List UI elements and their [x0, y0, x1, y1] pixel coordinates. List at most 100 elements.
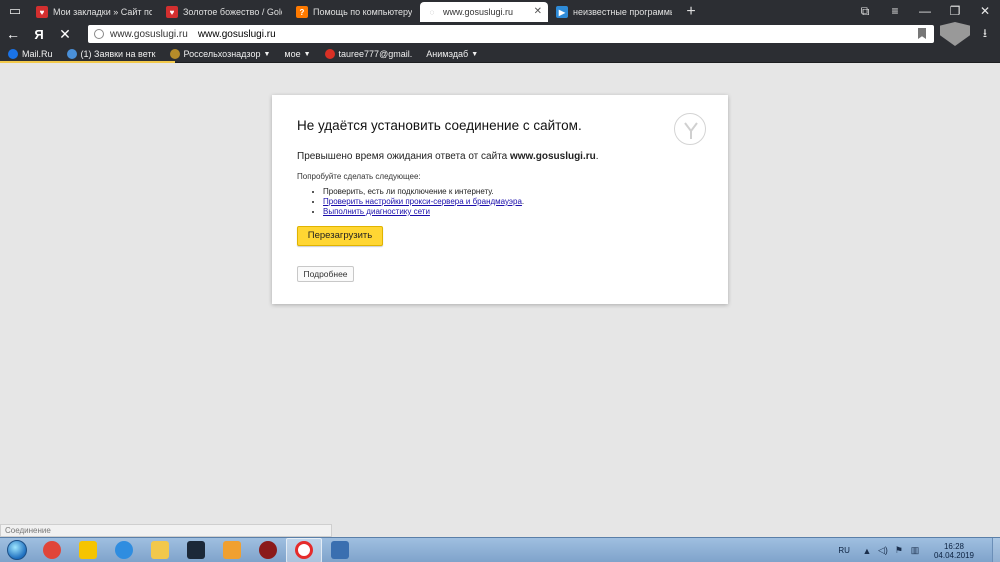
- error-card: Не удаётся установить соединение с сайто…: [272, 95, 728, 304]
- tab-title: www.gosuslugi.ru: [443, 7, 514, 17]
- try-label: Попробуйте сделать следующее:: [297, 172, 421, 181]
- yandex-logo-icon: [674, 113, 706, 145]
- language-indicator[interactable]: RU: [838, 546, 850, 555]
- chevron-down-icon: ▼: [303, 50, 311, 58]
- tab-close-icon[interactable]: ✕: [534, 6, 542, 17]
- shield-app-icon: [331, 541, 349, 559]
- yandex-logo-glyph: [684, 122, 698, 139]
- tab-1[interactable]: ♥ Золотое божество / Golde: [160, 2, 288, 22]
- back-button[interactable]: ←: [0, 22, 26, 46]
- taskbar-app[interactable]: [322, 538, 358, 562]
- show-desktop-button[interactable]: [992, 538, 1000, 562]
- navigation-toolbar: ← Я ✕ www.gosuslugi.ru www.gosuslugi.ru …: [0, 22, 1000, 46]
- taskbar-app[interactable]: [34, 538, 70, 562]
- tab-manager-button[interactable]: ⧉: [850, 0, 880, 22]
- tab-0[interactable]: ♥ Мои закладки » Сайт по а: [30, 2, 158, 22]
- tab-2[interactable]: ? Помощь по компьютеру: [290, 2, 418, 22]
- arrow-left-icon: ←: [6, 26, 20, 42]
- chevron-down-icon: ▼: [263, 50, 271, 58]
- suggestion-item[interactable]: Проверить настройки прокси-сервера и бра…: [323, 197, 703, 207]
- download-button[interactable]: ⭳: [970, 22, 1000, 46]
- play-icon: ▶: [556, 6, 568, 18]
- tabs-menu-button[interactable]: ▭: [0, 0, 30, 22]
- taskbar-app[interactable]: [178, 538, 214, 562]
- file-explorer-icon: [151, 541, 169, 559]
- windows-taskbar: RU ▲ ◁) ⚑ ▥ 16:28 04.04.2019: [0, 537, 1000, 562]
- yandex-button[interactable]: Я: [26, 22, 52, 46]
- bookmark-item[interactable]: мое ▼: [284, 49, 310, 59]
- tabs-icon: ⧉: [860, 3, 870, 18]
- chevron-down-icon: ▼: [471, 50, 479, 58]
- error-timeout-message: Превышено время ожидания ответа от сайта…: [297, 151, 703, 162]
- taskbar-app[interactable]: [70, 538, 106, 562]
- close-window-button[interactable]: ✕: [970, 0, 1000, 22]
- flag-icon[interactable]: ⚑: [892, 545, 906, 556]
- address-url[interactable]: www.gosuslugi.ru: [198, 29, 276, 40]
- plus-icon: +: [686, 3, 696, 20]
- bookmark-item[interactable]: Mail.Ru: [8, 49, 53, 59]
- address-host: www.gosuslugi.ru: [110, 28, 188, 40]
- steam-icon: [187, 541, 205, 559]
- suggestion-link[interactable]: Выполнить диагностику сети: [323, 207, 430, 216]
- yandex-browser-icon: [295, 541, 313, 559]
- window-controls: ⧉ ≡ — ❐ ✕: [850, 0, 1000, 22]
- app-icon: [259, 541, 277, 559]
- bookmark-label: tauree777@gmail.: [338, 49, 413, 59]
- tab-3[interactable]: ◌ www.gosuslugi.ru ✕: [420, 2, 548, 22]
- bookmark-item[interactable]: (1) Заявки на ветк: [66, 49, 156, 59]
- details-button[interactable]: Подробнее: [297, 266, 354, 282]
- bookmark-item[interactable]: Россельхознадзор ▼: [169, 49, 271, 59]
- taskbar-apps: [34, 537, 358, 562]
- windows-logo-icon: [7, 540, 27, 560]
- taskbar-app[interactable]: [286, 537, 322, 562]
- timeout-host: www.gosuslugi.ru: [510, 151, 596, 162]
- new-tab-button[interactable]: +: [680, 2, 702, 22]
- bookmark-item[interactable]: Анимэдаб ▼: [426, 49, 478, 59]
- shield-icon: [940, 22, 970, 46]
- tab-title: Мои закладки » Сайт по а: [53, 7, 152, 17]
- suggestion-link[interactable]: Проверить настройки прокси-сервера и бра…: [323, 197, 522, 206]
- status-bar: Соединение: [0, 524, 332, 537]
- bookmark-label: Анимэдаб: [426, 49, 469, 59]
- reload-button[interactable]: Перезагрузить: [297, 226, 383, 246]
- close-icon: ✕: [979, 4, 991, 18]
- suggestion-item: Проверить, есть ли подключение к интерне…: [323, 187, 703, 197]
- minimize-button[interactable]: —: [910, 0, 940, 22]
- error-title: Не удаётся установить соединение с сайто…: [297, 118, 582, 133]
- bookmark-item[interactable]: tauree777@gmail.: [324, 49, 413, 59]
- timeout-prefix: Превышено время ожидания ответа от сайта: [297, 151, 510, 162]
- bookmark-label: мое: [284, 49, 301, 59]
- taskbar-app[interactable]: [214, 538, 250, 562]
- suggestion-item[interactable]: Выполнить диагностику сети: [323, 207, 703, 217]
- taskbar-app[interactable]: [142, 538, 178, 562]
- bookmark-favicon-icon: [8, 49, 18, 59]
- system-tray: RU ▲ ◁) ⚑ ▥ 16:28 04.04.2019: [838, 538, 1000, 562]
- clock-time: 16:28: [943, 541, 964, 551]
- timeout-suffix: .: [595, 151, 599, 162]
- suggestion-text: Проверить, есть ли подключение к интерне…: [323, 187, 494, 196]
- loading-icon: ◌: [429, 7, 435, 17]
- globe-icon: [94, 29, 104, 39]
- page-content: Не удаётся установить соединение с сайто…: [0, 63, 1000, 524]
- arrow-up-icon[interactable]: ▲: [860, 546, 874, 556]
- bookmark-icon[interactable]: [918, 28, 926, 39]
- tab-title: Золотое божество / Golde: [183, 7, 282, 17]
- taskbar-app[interactable]: [250, 538, 286, 562]
- volume-icon[interactable]: ◁): [876, 545, 890, 556]
- sidebar-icon: ▭: [8, 3, 22, 18]
- tab-4[interactable]: ▶ неизвестные программы: [550, 2, 678, 22]
- internet-explorer-icon: [115, 541, 133, 559]
- menu-button[interactable]: ≡: [880, 0, 910, 22]
- address-bar[interactable]: www.gosuslugi.ru www.gosuslugi.ru: [88, 25, 934, 43]
- network-icon[interactable]: ▥: [908, 545, 922, 556]
- clock[interactable]: 16:28 04.04.2019: [934, 542, 974, 560]
- toolbar-right: ⭳: [940, 22, 1000, 46]
- bookmark-icon: ♥: [166, 6, 178, 18]
- stop-button[interactable]: ✕: [52, 22, 78, 46]
- tab-title: Помощь по компьютеру: [313, 7, 412, 17]
- minimize-icon: —: [919, 4, 931, 18]
- protect-button[interactable]: [940, 22, 970, 46]
- start-button[interactable]: [0, 538, 34, 562]
- taskbar-app[interactable]: [106, 538, 142, 562]
- restore-button[interactable]: ❐: [940, 0, 970, 22]
